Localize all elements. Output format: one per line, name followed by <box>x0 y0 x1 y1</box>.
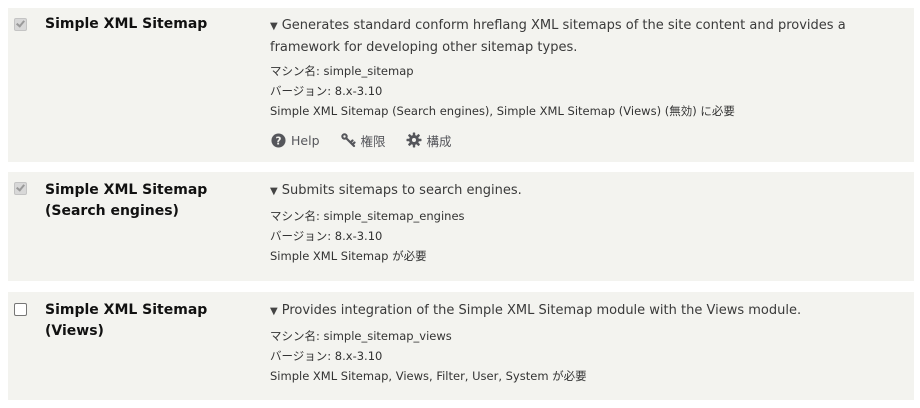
permissions-link[interactable]: 権限 <box>340 131 386 150</box>
machine-name: マシン名: simple_sitemap_views <box>270 329 452 343</box>
module-description-toggle[interactable]: ▼ Generates standard conform hreflang XML… <box>270 15 910 58</box>
module-name[interactable]: Simple XML Sitemap <box>45 14 260 35</box>
module-version: バージョン: 8.x-3.10 <box>270 229 383 243</box>
module-name[interactable]: Simple XML Sitemap (Search engines) <box>45 180 260 222</box>
module-version: バージョン: 8.x-3.10 <box>270 84 383 98</box>
help-icon: ? <box>271 132 286 148</box>
module-description: Generates standard conform hreflang XML … <box>270 18 846 55</box>
machine-name: マシン名: simple_sitemap <box>270 64 414 78</box>
configure-icon <box>406 132 422 148</box>
disclosure-triangle-icon: ▼ <box>270 186 278 197</box>
configure-link[interactable]: 構成 <box>406 131 452 150</box>
configure-link-label: 構成 <box>426 133 452 149</box>
machine-name: マシン名: simple_sitemap_engines <box>270 209 465 223</box>
help-link-label: Help <box>291 132 320 148</box>
disclosure-triangle-icon: ▼ <box>270 21 278 32</box>
module-description: Submits sitemaps to search engines. <box>281 183 522 198</box>
enable-checkbox-simple-sitemap-engines[interactable] <box>14 182 27 195</box>
module-description-toggle[interactable]: ▼ Submits sitemaps to search engines. <box>270 180 910 202</box>
check-mark-icon <box>16 182 25 192</box>
check-mark-icon <box>16 18 25 28</box>
enable-checkbox-simple-sitemap[interactable] <box>14 18 27 31</box>
module-version: バージョン: 8.x-3.10 <box>270 349 383 363</box>
module-row-simple-sitemap: Simple XML Sitemap ▼ Generates standard c… <box>8 8 914 162</box>
permissions-icon <box>340 133 356 148</box>
module-name[interactable]: Simple XML Sitemap (Views) <box>45 300 260 342</box>
disclosure-triangle-icon: ▼ <box>270 306 278 317</box>
module-row-simple-sitemap-views: Simple XML Sitemap (Views) ▼ Provides int… <box>8 292 914 400</box>
requires: Simple XML Sitemap, Views, Filter, User,… <box>270 369 587 383</box>
help-link[interactable]: ? Help <box>271 133 320 148</box>
module-links: ? Help 権限 構成 <box>271 130 472 150</box>
svg-text:?: ? <box>276 135 282 147</box>
module-description: Provides integration of the Simple XML S… <box>281 303 802 318</box>
enable-checkbox-simple-sitemap-views[interactable] <box>14 303 27 316</box>
requires: Simple XML Sitemap が必要 <box>270 249 427 263</box>
permissions-link-label: 権限 <box>360 133 386 149</box>
module-row-simple-sitemap-engines: Simple XML Sitemap (Search engines) ▼ Sub… <box>8 172 914 281</box>
module-description-toggle[interactable]: ▼ Provides integration of the Simple XML … <box>270 300 910 322</box>
required-by: Simple XML Sitemap (Search engines), Sim… <box>270 104 735 118</box>
